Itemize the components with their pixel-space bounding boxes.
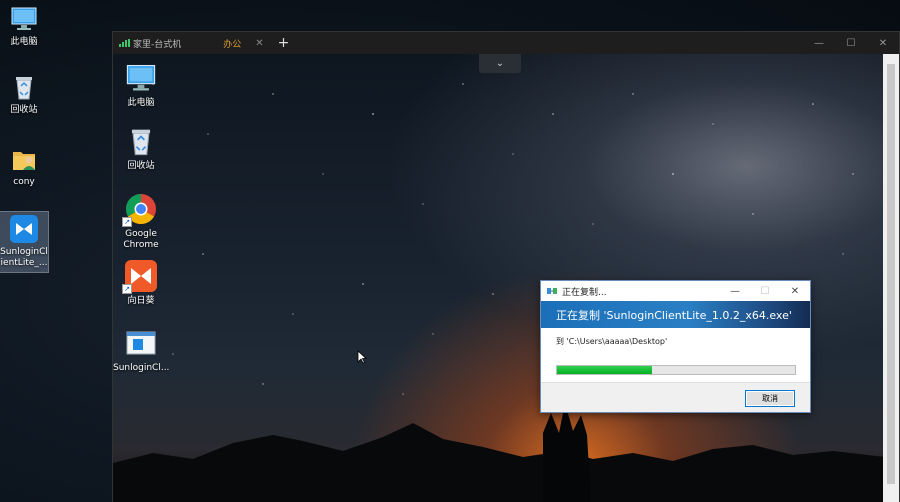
remote-icon-sunlogin-client[interactable]: SunloginCl... — [113, 326, 169, 374]
dialog-title: 正在复制... — [562, 287, 607, 298]
remote-icon-recycle-bin[interactable]: 回收站 — [113, 124, 169, 172]
copy-heading: 正在复制 'SunloginClientLite_1.0.2_x64.exe' — [541, 301, 810, 328]
shortcut-arrow-icon: ↗ — [122, 217, 132, 227]
maximize-button: ☐ — [760, 285, 770, 297]
copy-progress-dialog: 正在复制... — ☐ ✕ 正在复制 'SunloginClientLite_1… — [540, 280, 811, 413]
minimize-button[interactable]: — — [803, 32, 835, 54]
recycle-bin-icon — [9, 72, 39, 102]
computer-icon — [9, 4, 39, 34]
installer-file-icon — [124, 326, 158, 360]
dialog-footer: 取消 — [541, 382, 810, 412]
copy-destination: 到 'C:\Users\aaaaa\Desktop' — [556, 337, 668, 346]
close-button[interactable]: ✕ — [867, 32, 899, 54]
sunlogin-lite-icon — [9, 214, 39, 244]
tab-label: 家里-台式机 — [133, 39, 182, 50]
dialog-titlebar[interactable]: 正在复制... — ☐ ✕ — [541, 281, 810, 301]
toolbar-collapse-handle[interactable]: ⌄ — [479, 54, 521, 73]
recycle-bin-icon — [124, 124, 158, 158]
desktop-icon-label: 回收站 — [10, 105, 38, 115]
scrollbar-thumb[interactable] — [887, 64, 895, 484]
copy-progress-bar — [556, 365, 796, 375]
user-folder-icon — [9, 144, 39, 174]
close-button[interactable]: ✕ — [780, 281, 810, 301]
desktop-icon-user-folder[interactable]: cony — [0, 144, 48, 188]
remote-scrollbar[interactable] — [883, 54, 899, 502]
signal-icon — [119, 39, 130, 47]
tab-home-desktop[interactable]: 家里-台式机 — [113, 32, 187, 54]
remote-icon-google-chrome[interactable]: ↗ Google Chrome — [113, 192, 169, 251]
cancel-button[interactable]: 取消 — [745, 390, 795, 407]
maximize-button[interactable]: ☐ — [835, 32, 867, 54]
remote-control-window: 家里-台式机 办公 ✕ + — ☐ ✕ ⌄ 此电脑 回收站 ↗ Google C… — [112, 31, 900, 502]
remote-desktop-screen[interactable]: ⌄ 此电脑 回收站 ↗ Google Chrome ↗ 向日葵 Sunlogin… — [113, 54, 885, 502]
remote-icon-sunflower[interactable]: ↗ 向日葵 — [113, 259, 169, 307]
desktop-icon-label: Google Chrome — [123, 229, 159, 250]
desktop-icon-label: 回收站 — [127, 161, 155, 171]
desktop-icon-label: SunloginClientLite_... — [0, 247, 48, 268]
desktop-icon-label: 向日葵 — [127, 296, 155, 306]
desktop-icon-label: 此电脑 — [127, 98, 155, 108]
host-desktop: 此电脑 回收站 cony SunloginClientLite_... 家里-台… — [0, 0, 900, 502]
tab-label: 办公 — [223, 39, 242, 50]
desktop-icon-label: SunloginCl... — [113, 363, 170, 373]
sunflower-app-icon: ↗ — [122, 259, 158, 294]
close-icon[interactable]: ✕ — [255, 38, 263, 49]
remote-window-titlebar[interactable]: 家里-台式机 办公 ✕ + — ☐ ✕ — [113, 32, 899, 54]
dialog-window-controls: — ☐ ✕ — [720, 281, 810, 301]
desktop-icon-recycle-bin[interactable]: 回收站 — [0, 72, 48, 116]
minimize-button[interactable]: — — [720, 281, 750, 301]
add-tab-button[interactable]: + — [270, 32, 298, 54]
shortcut-arrow-icon: ↗ — [122, 284, 132, 294]
tab-office[interactable]: 办公 ✕ — [217, 32, 269, 54]
chrome-icon: ↗ — [122, 192, 158, 227]
remote-icon-this-pc[interactable]: 此电脑 — [113, 61, 169, 109]
window-controls: — ☐ ✕ — [803, 32, 899, 54]
copy-files-icon — [547, 287, 557, 295]
progress-fill — [557, 366, 653, 374]
mouse-cursor-icon — [357, 350, 367, 364]
desktop-icon-sunlogin-lite[interactable]: SunloginClientLite_... — [0, 211, 49, 273]
desktop-icon-label: 此电脑 — [10, 37, 38, 47]
desktop-icon-this-pc[interactable]: 此电脑 — [0, 4, 48, 48]
desktop-icon-label: cony — [13, 177, 35, 187]
computer-icon — [124, 61, 158, 95]
